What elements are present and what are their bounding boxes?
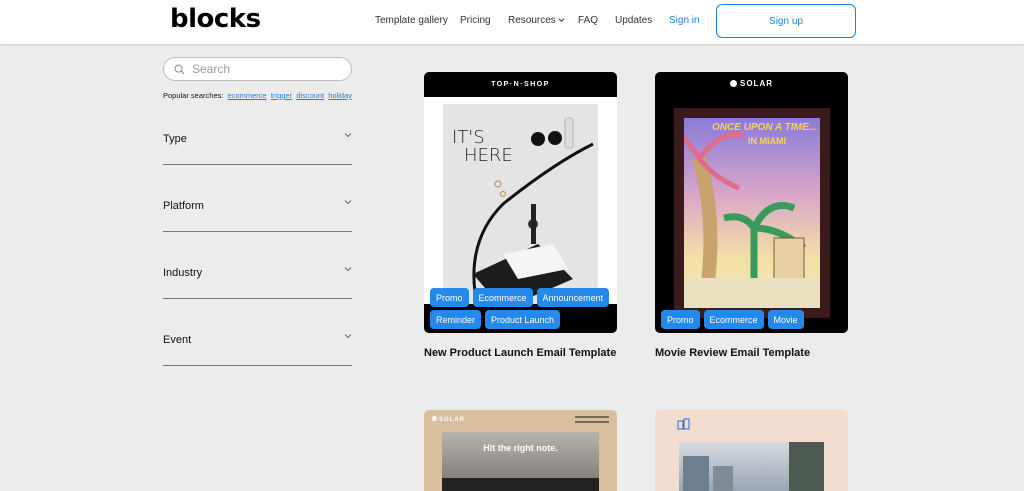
filter-event[interactable]: Event bbox=[163, 330, 352, 366]
tag-promo[interactable]: Promo bbox=[661, 310, 700, 329]
brand-name: TOP·N·SHOP bbox=[491, 81, 550, 88]
tag-announcement[interactable]: Announcement bbox=[536, 288, 610, 307]
filter-label: Type bbox=[163, 133, 187, 145]
movie-poster-frame: ONCE UPON A TIME... IN MIAMI bbox=[674, 108, 830, 318]
chevron-down-icon bbox=[344, 200, 352, 205]
filter-label: Event bbox=[163, 334, 192, 346]
building bbox=[683, 456, 709, 491]
chevron-down-icon bbox=[344, 133, 352, 138]
chevron-down-icon bbox=[344, 334, 352, 339]
city-photo bbox=[679, 442, 824, 491]
solar-logo-icon bbox=[730, 80, 737, 87]
nav-pricing[interactable]: Pricing bbox=[460, 15, 491, 26]
popular-term-ecommerce[interactable]: ecommerce bbox=[228, 91, 267, 100]
tag-row: Reminder Product Launch bbox=[430, 310, 561, 329]
chevron-down-icon bbox=[558, 18, 565, 23]
tag-row: Promo Ecommerce Announcement bbox=[430, 288, 610, 307]
poster-subtitle: IN MIAMI bbox=[748, 136, 786, 146]
building-logo-icon bbox=[677, 418, 690, 430]
tag-reminder[interactable]: Reminder bbox=[430, 310, 482, 329]
template-title[interactable]: Movie Review Email Template bbox=[655, 347, 810, 359]
piano-photo: Hit the right note. bbox=[442, 432, 599, 491]
filter-platform[interactable]: Platform bbox=[163, 196, 352, 232]
tag-ecommerce[interactable]: Ecommerce bbox=[703, 310, 764, 329]
brand-name: SOLAR bbox=[740, 79, 773, 88]
search-input[interactable] bbox=[192, 62, 342, 76]
palm-tree-illustration bbox=[684, 131, 820, 308]
template-card-piano[interactable]: SOLAR Hit the right note. bbox=[424, 410, 617, 491]
nav-resources[interactable]: Resources bbox=[508, 15, 565, 26]
tag-product-launch[interactable]: Product Launch bbox=[485, 310, 561, 329]
solar-logo-icon bbox=[432, 416, 437, 421]
headline: Hit the right note. bbox=[483, 443, 558, 453]
nav-faq[interactable]: FAQ bbox=[578, 15, 598, 26]
nav-resources-label: Resources bbox=[508, 15, 556, 26]
product-photo: IT'S HERE bbox=[443, 104, 598, 314]
chevron-down-icon bbox=[344, 267, 352, 272]
search-field[interactable] bbox=[163, 57, 352, 81]
filter-label: Industry bbox=[163, 267, 203, 279]
sign-in-link[interactable]: Sign in bbox=[669, 15, 700, 26]
popular-term-discount[interactable]: discount bbox=[296, 91, 324, 100]
nav-template-gallery[interactable]: Template gallery bbox=[375, 15, 448, 26]
brand-header: SOLAR bbox=[655, 79, 848, 88]
top-navbar: blocks Template gallery Pricing Resource… bbox=[0, 0, 1024, 44]
popular-term-holiday[interactable]: holiday bbox=[328, 91, 352, 100]
popular-searches: Popular searches: ecommerce trigger disc… bbox=[163, 91, 352, 100]
tag-ecommerce[interactable]: Ecommerce bbox=[472, 288, 533, 307]
template-card-city[interactable] bbox=[655, 410, 848, 491]
search-icon bbox=[174, 64, 185, 75]
movie-poster: ONCE UPON A TIME... IN MIAMI bbox=[684, 118, 820, 308]
headline-line: HERE bbox=[464, 145, 513, 166]
filter-label: Platform bbox=[163, 200, 204, 212]
email-header-bar: TOP·N·SHOP bbox=[424, 72, 617, 97]
template-card-product-launch[interactable]: TOP·N·SHOP IT'S HERE Promo Ecommerce Ann… bbox=[424, 72, 617, 333]
tag-row: Promo Ecommerce Movie bbox=[661, 310, 804, 329]
filter-type[interactable]: Type bbox=[163, 129, 352, 165]
headline: IT'S HERE bbox=[452, 129, 513, 165]
building bbox=[713, 466, 733, 491]
sign-up-button[interactable]: Sign up bbox=[716, 4, 856, 38]
poster-title: ONCE UPON A TIME... bbox=[712, 122, 817, 133]
brand-header: SOLAR bbox=[432, 416, 465, 423]
template-title[interactable]: New Product Launch Email Template bbox=[424, 347, 616, 359]
keyboard bbox=[442, 478, 599, 491]
tag-movie[interactable]: Movie bbox=[767, 310, 804, 329]
building bbox=[789, 442, 824, 491]
nav-updates[interactable]: Updates bbox=[615, 15, 652, 26]
contact-info bbox=[575, 414, 609, 428]
brand-name: SOLAR bbox=[439, 417, 465, 423]
popular-term-trigger[interactable]: trigger bbox=[271, 91, 292, 100]
template-card-movie-review[interactable]: SOLAR ONCE UPON A TIME... IN MIAMI Promo… bbox=[655, 72, 848, 333]
tag-promo[interactable]: Promo bbox=[430, 288, 469, 307]
popular-searches-label: Popular searches: bbox=[163, 91, 224, 100]
filter-industry[interactable]: Industry bbox=[163, 263, 352, 299]
logo[interactable]: blocks bbox=[170, 4, 261, 34]
